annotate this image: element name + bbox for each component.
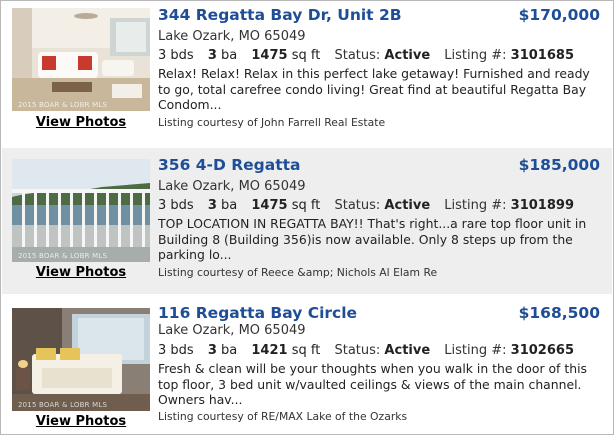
status-value: Active [384, 48, 431, 63]
status-label: Status: [334, 343, 381, 358]
baths-value: 3 [207, 343, 217, 358]
beds-label: bds [170, 48, 194, 63]
sqft-label: sq ft [291, 343, 321, 358]
listing-city: Lake Ozark, MO 65049 [158, 179, 306, 194]
listing-number-value: 3102665 [510, 343, 574, 358]
listing-photo[interactable]: 2015 BOAR & LOBR MLS [12, 159, 150, 262]
view-photos-link[interactable]: View Photos [2, 265, 160, 280]
baths-label: ba [221, 343, 238, 358]
beds-value: 3 [158, 343, 167, 358]
listing-facts: 3 bds 3 ba 1421 sq ft Status: Active Lis… [158, 343, 574, 358]
photo-watermark: 2015 BOAR & LOBR MLS [18, 401, 108, 409]
listing-city: Lake Ozark, MO 65049 [158, 29, 306, 44]
listing-number-value: 3101899 [510, 198, 574, 213]
listing-city: Lake Ozark, MO 65049 [158, 323, 306, 338]
baths-value: 3 [207, 48, 217, 63]
listing-card: 2015 BOAR & LOBR MLS View Photos 116 Reg… [2, 297, 612, 434]
sqft-label: sq ft [291, 48, 321, 63]
listing-price: $168,500 [518, 304, 600, 322]
listing-number-label: Listing #: [444, 343, 507, 358]
photo-watermark: 2015 BOAR & LOBR MLS [18, 252, 108, 260]
listing-courtesy: Listing courtesy of John Farrell Real Es… [158, 116, 386, 129]
view-photos-link[interactable]: View Photos [2, 115, 160, 130]
listing-number-label: Listing #: [444, 198, 507, 213]
baths-label: ba [221, 48, 238, 63]
sqft-value: 1475 [251, 48, 288, 63]
baths-value: 3 [207, 198, 217, 213]
beds-value: 3 [158, 198, 167, 213]
listing-courtesy: Listing courtesy of Reece &amp; Nichols … [158, 266, 438, 279]
status-label: Status: [334, 48, 381, 63]
listing-number-value: 3101685 [510, 48, 574, 63]
beds-value: 3 [158, 48, 167, 63]
listing-title[interactable]: 356 4-D Regatta [158, 156, 301, 174]
beds-label: bds [170, 343, 194, 358]
listing-card: 2015 BOAR & LOBR MLS View Photos 344 Reg… [2, 2, 612, 148]
bedroom-photo-icon [12, 308, 150, 411]
baths-label: ba [221, 198, 238, 213]
photo-watermark: 2015 BOAR & LOBR MLS [18, 101, 108, 109]
listing-photo[interactable]: 2015 BOAR & LOBR MLS [12, 308, 150, 411]
listing-description: Relax! Relax! Relax in this perfect lake… [158, 66, 590, 112]
listing-facts: 3 bds 3 ba 1475 sq ft Status: Active Lis… [158, 198, 574, 213]
listing-title[interactable]: 344 Regatta Bay Dr, Unit 2B [158, 6, 402, 24]
sqft-label: sq ft [291, 198, 321, 213]
listing-price: $185,000 [518, 156, 600, 174]
listing-card: 2015 BOAR & LOBR MLS View Photos 356 4-D… [2, 148, 612, 294]
listing-description: Fresh & clean will be your thoughts when… [158, 361, 587, 407]
listing-description: TOP LOCATION IN REGATTA BAY!! That's rig… [158, 216, 587, 262]
listing-courtesy: Listing courtesy of RE/MAX Lake of the O… [158, 410, 408, 423]
sqft-value: 1475 [251, 198, 288, 213]
listing-price: $170,000 [518, 6, 600, 24]
status-value: Active [384, 343, 431, 358]
listing-photo[interactable]: 2015 BOAR & LOBR MLS [12, 8, 150, 111]
listing-results: 2015 BOAR & LOBR MLS View Photos 344 Reg… [0, 0, 614, 435]
listing-number-label: Listing #: [444, 48, 507, 63]
living-room-photo-icon [12, 8, 150, 111]
status-label: Status: [334, 198, 381, 213]
listing-facts: 3 bds 3 ba 1475 sq ft Status: Active Lis… [158, 48, 574, 63]
view-photos-link[interactable]: View Photos [2, 414, 160, 429]
listing-title[interactable]: 116 Regatta Bay Circle [158, 304, 357, 322]
beds-label: bds [170, 198, 194, 213]
balcony-lake-photo-icon [12, 159, 150, 262]
status-value: Active [384, 198, 431, 213]
sqft-value: 1421 [251, 343, 288, 358]
